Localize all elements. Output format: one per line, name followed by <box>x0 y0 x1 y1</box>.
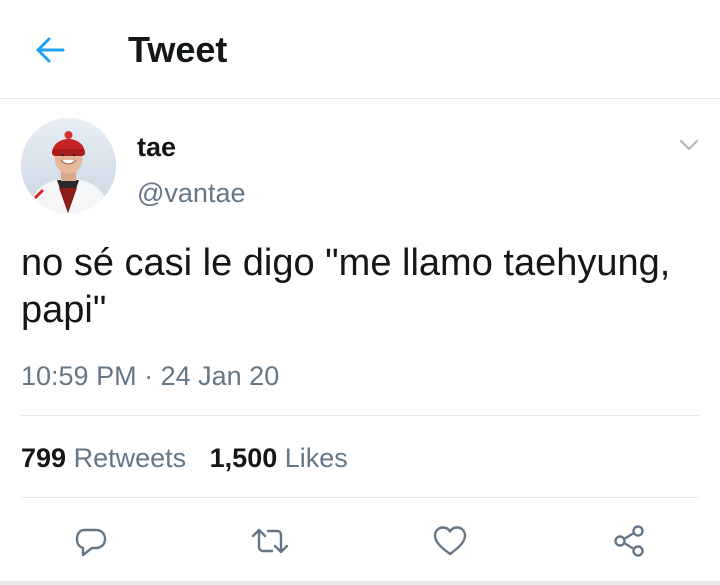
tweet-timestamp: 10:59 PM · 24 Jan 20 <box>21 359 279 393</box>
app-header: Tweet <box>0 0 720 99</box>
back-button[interactable] <box>30 32 70 68</box>
tweet-text: no sé casi le digo "me llamo taehyung, p… <box>21 242 671 331</box>
tweet-stats: 799 Retweets 1,500 Likes <box>21 441 364 475</box>
tweet-actions <box>0 516 720 566</box>
meta-separator: · <box>144 361 154 391</box>
likes-count: 1,500 <box>209 443 278 473</box>
share-button[interactable] <box>604 516 654 566</box>
arrow-left-icon <box>36 37 65 63</box>
share-icon <box>614 525 644 557</box>
likes-label: Likes <box>284 443 348 473</box>
retweet-icon <box>251 528 289 554</box>
like-button[interactable] <box>425 516 475 566</box>
tweet-date: 24 Jan 20 <box>160 361 280 391</box>
divider <box>21 497 699 498</box>
likes-stat[interactable]: 1,500 Likes <box>210 441 348 475</box>
retweet-button[interactable] <box>245 516 295 566</box>
divider <box>21 415 699 416</box>
page-title: Tweet <box>128 29 228 70</box>
tweet-time: 10:59 PM <box>21 361 137 391</box>
display-name[interactable]: tae <box>137 131 176 163</box>
user-handle[interactable]: @vantae <box>137 177 245 209</box>
retweets-stat[interactable]: 799 Retweets <box>21 441 186 475</box>
avatar[interactable] <box>21 118 116 213</box>
retweets-count: 799 <box>21 443 67 473</box>
reply-icon <box>75 528 107 557</box>
retweets-label: Retweets <box>73 443 187 473</box>
chevron-down-icon <box>679 139 699 151</box>
bottom-divider <box>0 581 720 585</box>
more-options-button[interactable] <box>672 132 706 158</box>
reply-button[interactable] <box>66 516 116 566</box>
avatar-photo <box>21 118 116 213</box>
like-icon <box>433 526 467 556</box>
